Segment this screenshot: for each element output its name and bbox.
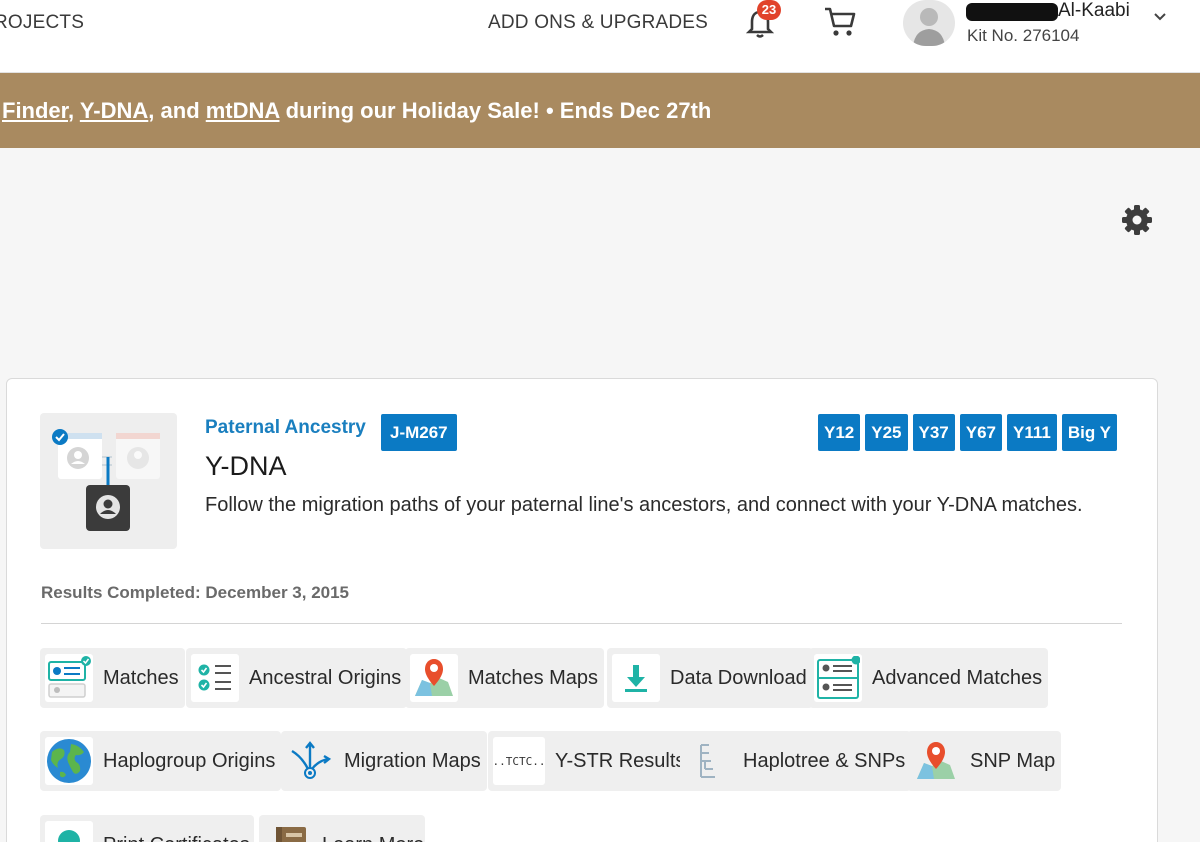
tool-label: Y-STR Results <box>555 749 686 772</box>
test-badge[interactable]: Big Y <box>1061 414 1117 451</box>
tool-advanced-matches[interactable]: Advanced Matches <box>809 648 1049 708</box>
map-pin-icon <box>912 737 960 785</box>
promo-separator: , and <box>148 98 206 123</box>
tool-ystr-results[interactable]: ..TCTC.. Y-STR Results <box>488 731 692 791</box>
test-badge[interactable]: Y25 <box>865 414 908 451</box>
tool-print-certificates[interactable]: Print Certificates <box>40 815 254 842</box>
tool-label: Print Certificates <box>103 834 250 842</box>
migration-icon <box>286 737 334 785</box>
tool-label: Advanced Matches <box>872 666 1043 689</box>
advanced-matches-icon <box>814 654 862 702</box>
tool-label: Haplogroup Origins <box>103 749 276 772</box>
nav-addons-link[interactable]: ADD ONS & UPGRADES <box>488 12 708 34</box>
certificate-icon <box>45 821 93 842</box>
tool-haplogroup-origins[interactable]: Haplogroup Origins <box>40 731 282 791</box>
promo-banner: Finder, Y-DNA, and mtDNA during our Holi… <box>0 73 1200 148</box>
globe-icon <box>45 737 93 785</box>
tool-label: Migration Maps <box>344 749 481 772</box>
cart-icon[interactable] <box>822 4 858 40</box>
promo-link-ydna[interactable]: Y-DNA <box>80 98 148 123</box>
download-icon <box>612 654 660 702</box>
promo-text: Finder, Y-DNA, and mtDNA during our Holi… <box>2 98 711 124</box>
tool-data-download[interactable]: Data Download <box>607 648 813 708</box>
user-avatar[interactable] <box>903 0 955 46</box>
tool-label: Ancestral Origins <box>249 666 402 689</box>
test-badges: Y12 Y25 Y37 Y67 Y111 Big Y <box>818 414 1117 451</box>
tool-learn-more[interactable]: Learn More <box>259 815 425 842</box>
tool-migration-maps[interactable]: Migration Maps <box>281 731 487 791</box>
str-icon: ..TCTC.. <box>493 737 546 785</box>
checklist-icon <box>191 654 239 702</box>
tool-matches-maps[interactable]: Matches Maps <box>405 648 605 708</box>
promo-tail: during our Holiday Sale! • Ends Dec 27th <box>279 98 712 123</box>
promo-link-finder[interactable]: Finder <box>2 98 68 123</box>
card-description: Follow the migration paths of your pater… <box>205 494 1083 516</box>
haplogroup-badge[interactable]: J-M267 <box>381 414 457 451</box>
tool-label: SNP Map <box>970 749 1056 772</box>
test-badge[interactable]: Y67 <box>959 414 1002 451</box>
tool-snp-map[interactable]: SNP Map <box>907 731 1062 791</box>
divider <box>41 623 1122 624</box>
book-icon <box>264 821 312 842</box>
nav-projects-link[interactable]: ROJECTS <box>0 12 84 34</box>
tree-icon <box>685 737 733 785</box>
tool-ancestral-origins[interactable]: Ancestral Origins <box>186 648 408 708</box>
kit-number: Kit No. 276104 <box>967 26 1080 45</box>
tool-label: Data Download <box>670 666 807 689</box>
matches-icon <box>45 654 93 702</box>
tool-haplotree-snps[interactable]: Haplotree & SNPs <box>680 731 912 791</box>
user-name[interactable]: Al-Kaabi <box>1058 0 1130 22</box>
test-badge[interactable]: Y37 <box>912 414 955 451</box>
top-nav: ROJECTS ADD ONS & UPGRADES 23 Al-Kaabi K… <box>0 0 1200 73</box>
card-title: Y-DNA <box>205 451 287 481</box>
notification-count-badge: 23 <box>757 0 781 20</box>
tool-label: Matches <box>103 666 179 689</box>
chevron-down-icon[interactable] <box>1152 10 1168 24</box>
paternal-ancestry-label: Paternal Ancestry <box>205 417 366 438</box>
tool-label: Matches Maps <box>468 666 599 689</box>
settings-gear-icon[interactable] <box>1120 203 1154 237</box>
test-badge[interactable]: Y111 <box>1007 414 1057 451</box>
results-completed: Results Completed: December 3, 2015 <box>41 583 350 602</box>
tool-matches[interactable]: Matches <box>40 648 185 708</box>
tool-label: Learn More <box>322 834 424 842</box>
promo-separator: , <box>68 98 80 123</box>
map-pin-icon <box>410 654 458 702</box>
ydna-illustration <box>40 413 177 549</box>
redacted-name <box>966 3 1058 21</box>
promo-link-mtdna[interactable]: mtDNA <box>206 98 280 123</box>
test-badge[interactable]: Y12 <box>818 414 861 451</box>
tool-label: Haplotree & SNPs <box>743 749 906 772</box>
